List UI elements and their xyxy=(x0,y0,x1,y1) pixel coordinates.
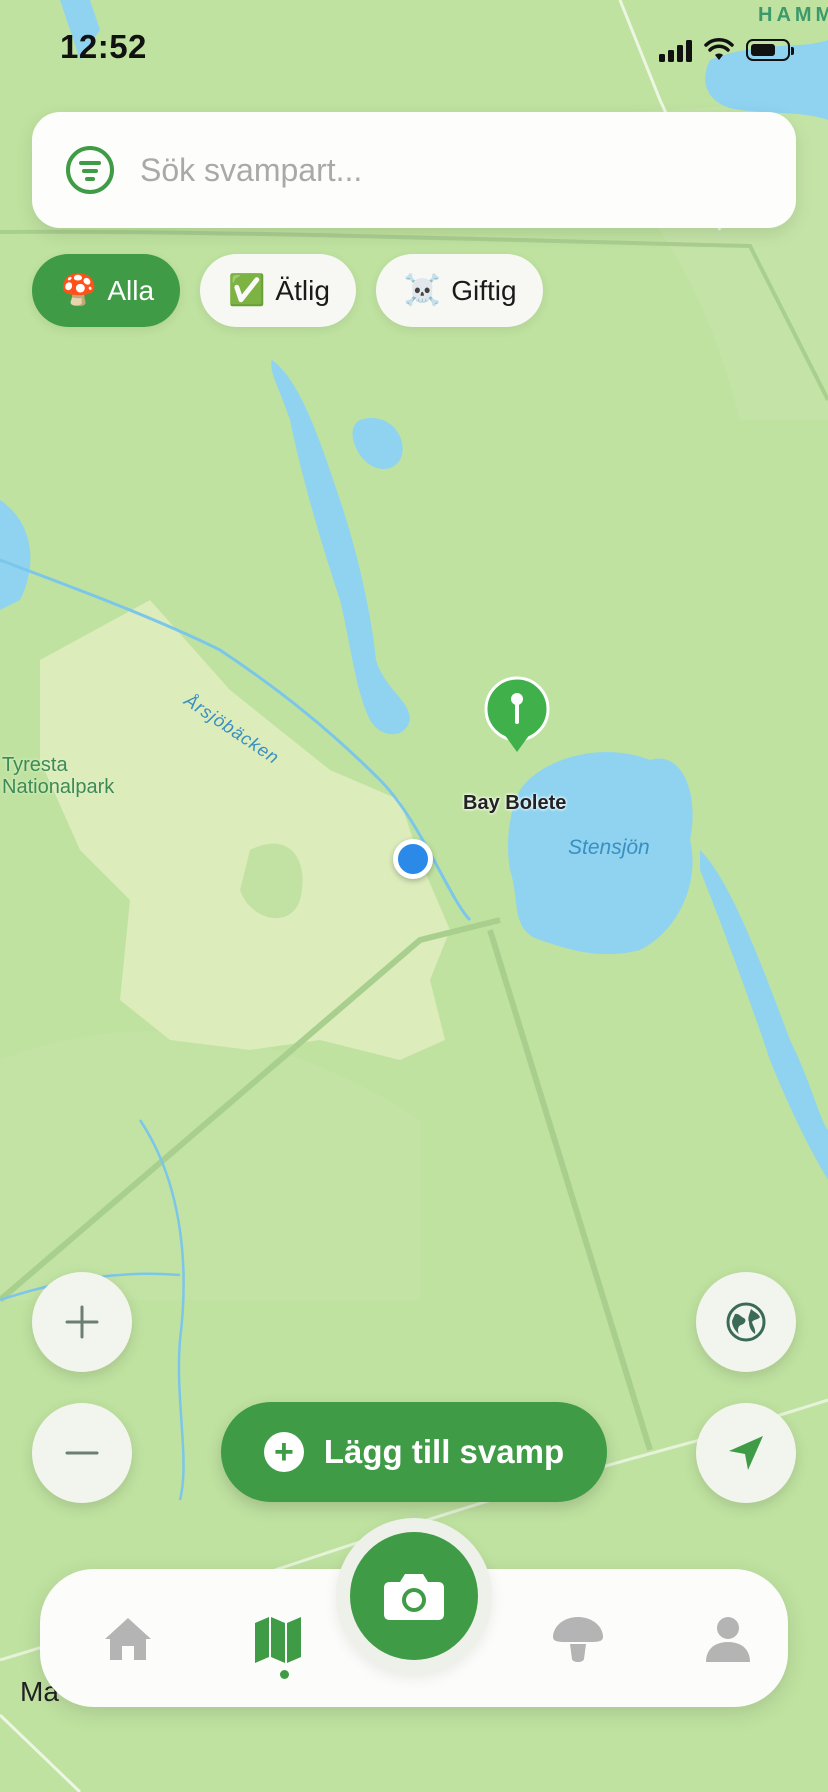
status-icons xyxy=(659,36,794,64)
mushroom-emoji-icon: 🍄 xyxy=(60,274,98,307)
cellular-signal-icon xyxy=(659,38,692,62)
map-label-lake: Stensjön xyxy=(568,836,650,859)
filter-chip-label: Ätlig xyxy=(275,274,330,306)
camera-button[interactable] xyxy=(350,1532,478,1660)
map-type-button[interactable] xyxy=(696,1272,796,1372)
skull-emoji-icon: ☠️ xyxy=(403,274,442,307)
map-label-hamm: HAMM xyxy=(758,4,828,26)
filter-chips: 🍄 Alla ✅ Ätlig ☠️ Giftig xyxy=(32,254,543,327)
zoom-out-button[interactable] xyxy=(32,1403,132,1503)
tab-camera[interactable] xyxy=(336,1518,492,1674)
tab-profile[interactable] xyxy=(678,1589,778,1689)
zoom-in-button[interactable] xyxy=(32,1272,132,1372)
search-input[interactable] xyxy=(138,150,702,190)
wifi-icon xyxy=(704,38,734,60)
minus-icon xyxy=(65,1451,99,1455)
map-label-park: Tyresta Nationalpark xyxy=(2,754,115,798)
filter-chip-all[interactable]: 🍄 Alla xyxy=(32,254,181,327)
status-time: 12:52 xyxy=(60,28,147,65)
filter-chip-label: Alla xyxy=(107,274,155,306)
filter-icon[interactable] xyxy=(66,146,114,194)
search-bar[interactable] xyxy=(32,112,796,228)
filter-chip-edible[interactable]: ✅ Ätlig xyxy=(200,254,356,327)
plus-circle-icon: + xyxy=(263,1432,304,1472)
plus-icon xyxy=(65,1305,99,1339)
profile-icon xyxy=(706,1617,750,1662)
tab-home[interactable] xyxy=(78,1589,178,1689)
battery-icon xyxy=(746,39,794,61)
filter-chip-label: Giftig xyxy=(451,274,517,306)
filter-chip-poisonous[interactable]: ☠️ Giftig xyxy=(375,254,543,327)
globe-icon xyxy=(726,1302,766,1342)
home-icon xyxy=(105,1618,151,1660)
locate-me-button[interactable] xyxy=(696,1403,796,1503)
map-icon xyxy=(255,1617,301,1663)
pin-label[interactable]: Bay Bolete xyxy=(463,792,566,815)
checkmark-emoji-icon: ✅ xyxy=(228,274,266,307)
user-location-dot xyxy=(393,839,433,879)
location-arrow-icon xyxy=(729,1436,763,1470)
add-mushroom-button[interactable]: + Lägg till svamp xyxy=(221,1402,607,1502)
add-mushroom-label: Lägg till svamp xyxy=(323,1433,565,1470)
mushroom-icon xyxy=(553,1617,603,1662)
active-tab-indicator xyxy=(280,1670,289,1679)
tab-mushrooms[interactable] xyxy=(528,1589,628,1689)
tab-map[interactable] xyxy=(228,1589,328,1689)
camera-icon xyxy=(384,1574,444,1620)
